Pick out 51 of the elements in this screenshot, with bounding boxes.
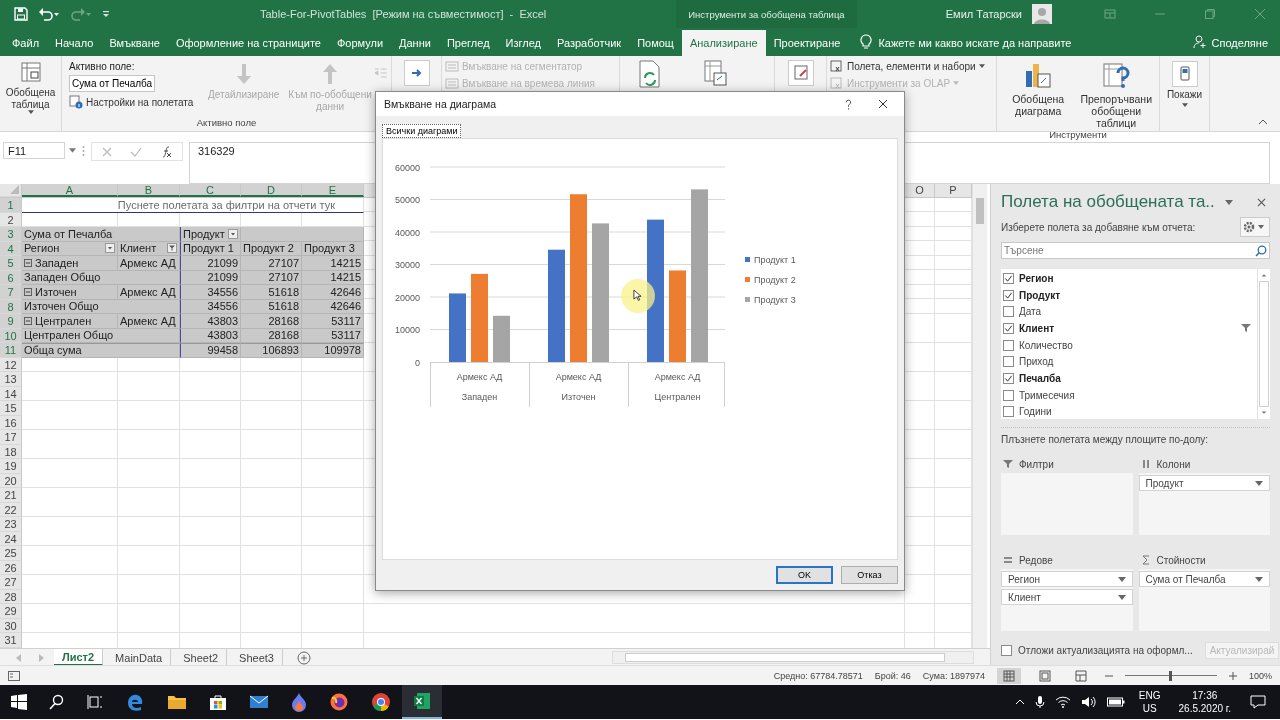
table-cell: 99458 <box>180 343 241 358</box>
table-cell: 51618 <box>241 285 302 300</box>
group-label: Активно поле <box>196 117 257 129</box>
category-group-label: Централен <box>654 392 701 402</box>
area-label: Стойности <box>1156 554 1206 566</box>
user-name: Емил Татарски <box>945 8 1022 20</box>
table-cell: 27107 <box>241 256 302 271</box>
table-cell: 109978 <box>302 343 364 358</box>
table-cell: 106893 <box>241 343 302 358</box>
table-cell: 28168 <box>241 314 302 329</box>
table-cell: 21099 <box>180 256 241 271</box>
area-label: Редове <box>1019 554 1053 566</box>
table-cell: 42646 <box>302 285 364 300</box>
axis-tick-label: 50000 <box>394 195 420 205</box>
area-label: Колони <box>1156 458 1191 470</box>
table-cell: Армекс АД <box>118 285 180 300</box>
table-cell: 43803 <box>180 314 241 329</box>
table-cell: Обща сума <box>22 343 180 358</box>
dialog-title: Вмъкване на диаграма <box>384 98 497 110</box>
axis-tick-label: 20000 <box>394 292 420 303</box>
axis-tick-label: 10000 <box>394 325 420 335</box>
category-label: Армекс АД <box>456 372 503 382</box>
context-tab-header: Инструменти за обобщена таблица <box>676 0 857 28</box>
window-title: Table-For-PivotTables [Режим на съвместимост] - Excel <box>260 8 547 20</box>
table-cell: 14215 <box>302 256 364 271</box>
category-label: Армекс АД <box>555 372 602 382</box>
active-field-label: Активно поле: <box>69 61 136 72</box>
status-sum: Сума: 1897974 <box>922 670 985 681</box>
category-label: Армекс АД <box>654 372 701 382</box>
category-group-label: Източен <box>561 392 596 402</box>
axis-tick-label: 40000 <box>394 227 420 238</box>
axis-tick-label: 0 <box>415 357 420 368</box>
legend-label: Продукт 3 <box>754 295 796 305</box>
status-average: Средно: 67784.78571 <box>773 670 863 681</box>
category-group-label: Западен <box>461 392 498 402</box>
filter-drop-zone: Пуснете полетата за филтри на отчети тук <box>22 198 364 213</box>
pane-title: Полета на обобщената та.. <box>1001 192 1215 212</box>
drag-hint: Плъзнете полетата между площите по-долу: <box>1001 434 1210 445</box>
area-label: Филтри <box>1019 458 1054 470</box>
group-label: Инструменти <box>1049 129 1107 142</box>
table-cell: Армекс АД <box>118 256 180 271</box>
legend-label: Продукт 2 <box>754 275 796 285</box>
table-cell: Армекс АД <box>118 314 180 329</box>
table-cell: 34556 <box>180 285 241 300</box>
table-cell: Сума от Печалба <box>22 227 180 242</box>
axis-tick-label: 60000 <box>394 162 420 173</box>
pane-subtitle: Изберете полета за добавяне към отчета: <box>1001 221 1196 233</box>
status-count: Брой: 46 <box>874 670 911 681</box>
axis-tick-label: 30000 <box>394 260 420 270</box>
legend-label: Продукт 1 <box>754 255 796 265</box>
table-cell: 53117 <box>302 314 364 329</box>
